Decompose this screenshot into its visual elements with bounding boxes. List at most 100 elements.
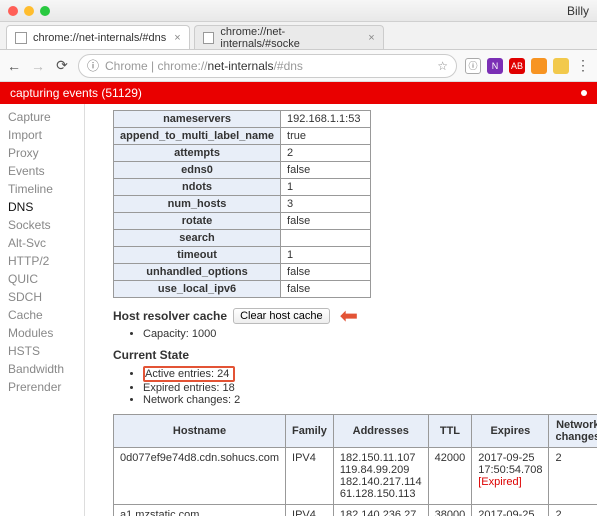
active-entries-line: Active entries: 24	[143, 366, 583, 382]
sidebar: CaptureImportProxyEventsTimelineDNSSocke…	[0, 104, 85, 516]
dns-config-table: nameservers192.168.1.1:53append_to_multi…	[113, 110, 371, 298]
sidebar-item-modules[interactable]: Modules	[0, 324, 84, 342]
sidebar-item-events[interactable]: Events	[0, 162, 84, 180]
main-panel: nameservers192.168.1.1:53append_to_multi…	[85, 104, 597, 516]
sidebar-item-sockets[interactable]: Sockets	[0, 216, 84, 234]
config-row: edns0false	[114, 162, 371, 179]
clear-host-cache-button[interactable]: Clear host cache	[233, 308, 330, 324]
ttl-cell: 42000	[428, 448, 472, 505]
adblock-extension-icon[interactable]: AB	[509, 58, 525, 74]
config-row: num_hosts3	[114, 196, 371, 213]
close-tab-icon[interactable]: ×	[174, 32, 180, 44]
config-row: append_to_multi_label_nametrue	[114, 128, 371, 145]
config-row: unhandled_optionsfalse	[114, 264, 371, 281]
extension-icon[interactable]	[553, 58, 569, 74]
config-key: rotate	[114, 213, 281, 230]
extension-icon[interactable]	[531, 58, 547, 74]
cache-capacity-list: Capacity: 1000	[143, 328, 583, 340]
config-value: true	[281, 128, 371, 145]
expires-cell: 2017-09-25 17:51:23.872	[472, 505, 549, 516]
sidebar-item-import[interactable]: Import	[0, 126, 84, 144]
config-key: attempts	[114, 145, 281, 162]
maximize-window-icon[interactable]	[40, 6, 50, 16]
config-key: num_hosts	[114, 196, 281, 213]
tab-strip: chrome://net-internals/#dns × chrome://n…	[0, 22, 597, 50]
hosts-header: Addresses	[333, 415, 428, 448]
network-changes-cell: 2	[549, 448, 597, 505]
config-value: false	[281, 162, 371, 179]
config-key: unhandled_options	[114, 264, 281, 281]
sidebar-item-bandwidth[interactable]: Bandwidth	[0, 360, 84, 378]
profile-username[interactable]: Billy	[567, 4, 589, 18]
url-divider: |	[148, 59, 158, 73]
config-row: nameservers192.168.1.1:53	[114, 111, 371, 128]
address-bar[interactable]: ⓘ Chrome | chrome:// net-internals /#dns…	[78, 54, 457, 78]
config-value: false	[281, 264, 371, 281]
sidebar-item-cache[interactable]: Cache	[0, 306, 84, 324]
url-scheme-label: Chrome	[105, 59, 148, 73]
tab-title: chrome://net-internals/#dns	[33, 32, 166, 44]
hosts-header: Family	[286, 415, 334, 448]
sidebar-item-dns[interactable]: DNS	[0, 198, 84, 216]
table-row: a1.mzstatic.comIPV4182.140.236.27 182.14…	[114, 505, 597, 516]
config-value: false	[281, 213, 371, 230]
traffic-lights	[8, 6, 50, 16]
browser-tab-1[interactable]: chrome://net-internals/#dns ×	[6, 25, 190, 49]
config-key: timeout	[114, 247, 281, 264]
active-entries-text: Active entries: 24	[145, 368, 229, 380]
tab-title: chrome://net-internals/#socke	[220, 26, 360, 50]
family-cell: IPV4	[286, 448, 334, 505]
sidebar-item-http-2[interactable]: HTTP/2	[0, 252, 84, 270]
config-row: rotatefalse	[114, 213, 371, 230]
sidebar-item-hsts[interactable]: HSTS	[0, 342, 84, 360]
network-changes-line: Network changes: 2	[143, 394, 583, 406]
close-tab-icon[interactable]: ×	[368, 32, 374, 44]
reload-button[interactable]: ⟳	[54, 57, 70, 74]
hosts-header: Expires	[472, 415, 549, 448]
config-value: 192.168.1.1:53	[281, 111, 371, 128]
forward-button[interactable]: →	[30, 58, 46, 74]
capture-banner-text: capturing events (51129)	[10, 86, 142, 100]
config-row: search	[114, 230, 371, 247]
url-part: /#dns	[274, 59, 303, 73]
network-changes-cell: 2	[549, 505, 597, 516]
sidebar-item-proxy[interactable]: Proxy	[0, 144, 84, 162]
sidebar-item-sdch[interactable]: SDCH	[0, 288, 84, 306]
info-extension-icon[interactable]: ⓘ	[465, 58, 481, 74]
host-resolver-cache-label: Host resolver cache	[113, 309, 227, 323]
onenote-extension-icon[interactable]: N	[487, 58, 503, 74]
close-window-icon[interactable]	[8, 6, 18, 16]
window-titlebar: Billy	[0, 0, 597, 22]
url-part: net-internals	[208, 59, 274, 73]
sidebar-item-capture[interactable]: Capture	[0, 108, 84, 126]
hostname-cell: a1.mzstatic.com	[114, 505, 286, 516]
sidebar-item-alt-svc[interactable]: Alt-Svc	[0, 234, 84, 252]
config-key: edns0	[114, 162, 281, 179]
chrome-menu-icon[interactable]: ⋮	[575, 57, 591, 74]
current-state-list: Active entries: 24 Expired entries: 18 N…	[143, 366, 583, 406]
config-key: append_to_multi_label_name	[114, 128, 281, 145]
hosts-table: HostnameFamilyAddressesTTLExpiresNetwork…	[113, 414, 597, 516]
sidebar-item-quic[interactable]: QUIC	[0, 270, 84, 288]
config-row: use_local_ipv6false	[114, 281, 371, 298]
browser-toolbar: ← → ⟳ ⓘ Chrome | chrome:// net-internals…	[0, 50, 597, 82]
bookmark-star-icon[interactable]: ☆	[437, 59, 448, 73]
config-key: ndots	[114, 179, 281, 196]
content-area: CaptureImportProxyEventsTimelineDNSSocke…	[0, 104, 597, 516]
back-button[interactable]: ←	[6, 58, 22, 74]
hosts-header: Hostname	[114, 415, 286, 448]
capacity-line: Capacity: 1000	[143, 328, 583, 340]
config-row: ndots1	[114, 179, 371, 196]
config-key: use_local_ipv6	[114, 281, 281, 298]
sidebar-item-prerender[interactable]: Prerender	[0, 378, 84, 396]
recording-indicator-icon	[581, 90, 587, 96]
sidebar-item-timeline[interactable]: Timeline	[0, 180, 84, 198]
hosts-header: Network changes	[549, 415, 597, 448]
config-key: nameservers	[114, 111, 281, 128]
minimize-window-icon[interactable]	[24, 6, 34, 16]
annotation-arrow-icon: ⬅	[340, 310, 358, 322]
browser-tab-2[interactable]: chrome://net-internals/#socke ×	[194, 25, 384, 49]
addresses-cell: 182.150.11.107 119.84.99.209 182.140.217…	[333, 448, 428, 505]
capture-banner: capturing events (51129)	[0, 82, 597, 104]
expires-cell: 2017-09-25 17:50:54.708 [Expired]	[472, 448, 549, 505]
